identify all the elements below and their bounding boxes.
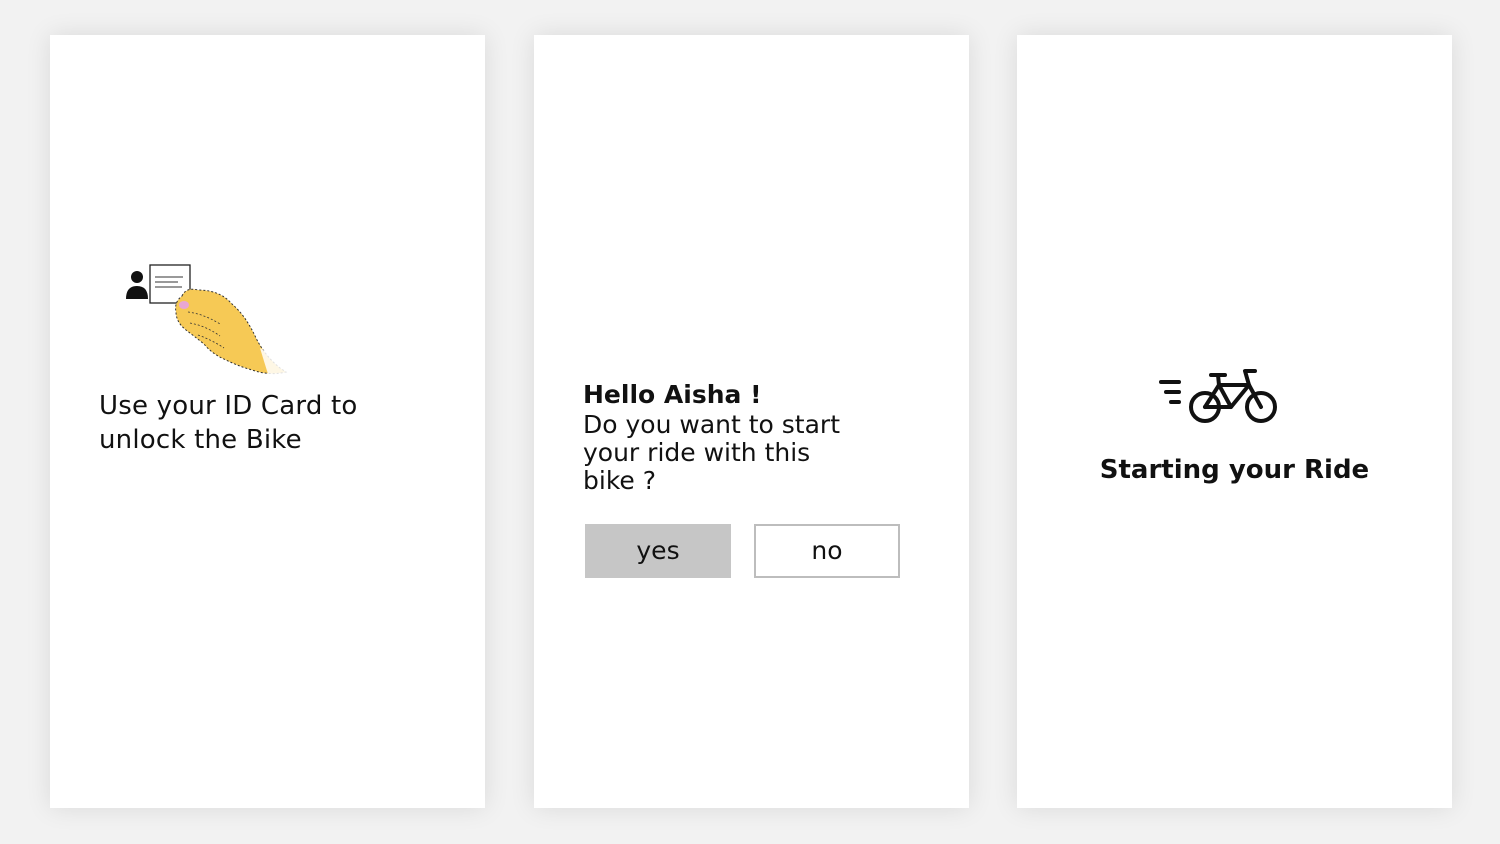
confirm-ride-screen: Hello Aisha ! Do you want to start your … [534, 35, 969, 808]
instruction-text: Use your ID Card to unlock the Bike [99, 389, 419, 457]
greeting-heading: Hello Aisha ! [583, 380, 762, 409]
no-button[interactable]: no [754, 524, 900, 578]
confirm-question: Do you want to start your ride with this… [583, 411, 903, 495]
speeding-bicycle-icon [1159, 369, 1277, 423]
hand-holding-id-card-icon [126, 264, 295, 380]
question-line-3: bike ? [583, 466, 656, 495]
question-line-2: your ride with this [583, 438, 811, 467]
question-line-1: Do you want to start [583, 410, 841, 439]
unlock-screen: Use your ID Card to unlock the Bike [50, 35, 485, 808]
yes-button[interactable]: yes [585, 524, 731, 578]
instruction-line-2: unlock the Bike [99, 425, 302, 455]
starting-ride-title: Starting your Ride [1099, 455, 1370, 485]
starting-ride-screen: Starting your Ride [1017, 35, 1452, 808]
instruction-line-1: Use your ID Card to [99, 391, 358, 421]
